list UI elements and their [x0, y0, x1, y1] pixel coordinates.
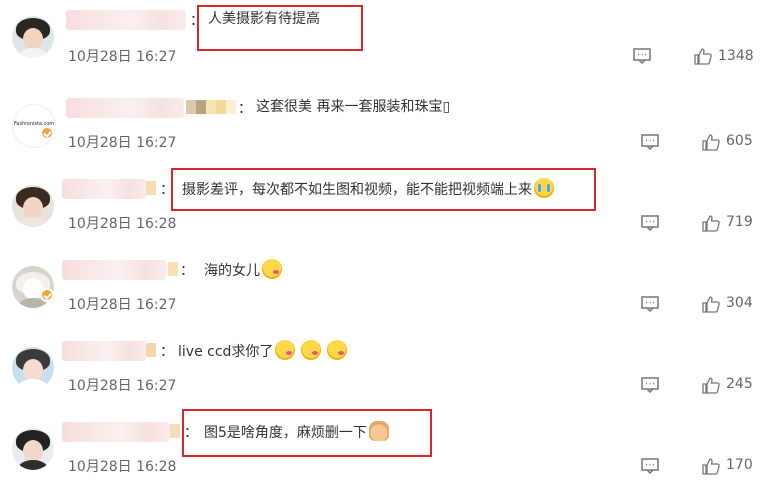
colon: ： [180, 263, 194, 279]
username-blurred[interactable] [66, 98, 184, 118]
username-blurred[interactable] [62, 422, 170, 442]
avatar[interactable] [12, 185, 54, 227]
blur-pixel [146, 343, 156, 357]
kiss-face-emoji-icon [301, 340, 322, 360]
thumbs-up-icon[interactable] [702, 214, 720, 232]
comment-icon[interactable] [633, 48, 651, 64]
comment-date: 10月28日 16:28 [68, 216, 177, 232]
blur-pixel [216, 100, 226, 114]
kiss-face-emoji-icon [262, 259, 282, 279]
blur-pixel [206, 100, 216, 114]
highlight-box [197, 5, 363, 51]
comment-date: 10月28日 16:27 [68, 378, 177, 394]
comment-text: live ccd求你了 [178, 340, 348, 362]
username-blurred[interactable] [62, 260, 166, 280]
blur-pixel [226, 100, 236, 114]
comment-icon[interactable] [641, 377, 659, 393]
like-count: 170 [726, 457, 753, 473]
comment-icon[interactable] [641, 458, 659, 474]
highlight-box [182, 409, 432, 457]
like-count: 245 [726, 376, 753, 392]
comment-item: ： 海的女儿 10月28日 16:27 304 [0, 250, 778, 330]
avatar[interactable] [12, 428, 54, 470]
comment-text: 海的女儿 [204, 259, 282, 281]
comment-item: ： live ccd求你了 10月28日 16:27 245 [0, 331, 778, 411]
like-count: 1348 [718, 48, 754, 64]
highlight-box [171, 168, 596, 211]
kiss-face-emoji-icon [275, 340, 296, 360]
kiss-face-emoji-icon [327, 340, 348, 360]
comment-date: 10月28日 16:27 [68, 49, 177, 65]
comment-item: Fashionista.com ： 这套很美 再来一套服装和珠宝▯ 10月28日… [0, 88, 778, 168]
username-blurred[interactable] [62, 341, 146, 361]
avatar[interactable] [12, 16, 54, 58]
thumbs-up-icon[interactable] [702, 457, 720, 475]
blur-pixel [146, 181, 156, 195]
comment-date: 10月28日 16:27 [68, 297, 177, 313]
thumbs-up-icon[interactable] [702, 133, 720, 151]
comment-item: ： 人美摄影有待提高 10月28日 16:27 1348 [0, 0, 778, 80]
like-count: 719 [726, 214, 753, 230]
blur-pixel [186, 100, 196, 114]
colon: ： [160, 344, 174, 360]
blur-pixel [168, 262, 178, 276]
thumbs-up-icon[interactable] [702, 376, 720, 394]
colon: ： [238, 101, 252, 117]
comment-date: 10月28日 16:28 [68, 459, 177, 475]
comment-text: 这套很美 再来一套服装和珠宝▯ [256, 99, 451, 115]
blur-pixel [170, 424, 180, 438]
comment-icon[interactable] [641, 134, 659, 150]
verified-badge-icon [40, 288, 54, 302]
comment-icon[interactable] [641, 296, 659, 312]
avatar[interactable] [12, 347, 54, 389]
verified-badge-icon [40, 126, 54, 140]
thumbs-up-icon[interactable] [694, 47, 712, 65]
comment-date: 10月28日 16:27 [68, 135, 177, 151]
username-blurred[interactable] [62, 179, 146, 199]
comment-icon[interactable] [641, 215, 659, 231]
blur-pixel [196, 100, 206, 114]
like-count: 605 [726, 133, 753, 149]
like-count: 304 [726, 295, 753, 311]
thumbs-up-icon[interactable] [702, 295, 720, 313]
username-blurred[interactable] [66, 10, 186, 30]
